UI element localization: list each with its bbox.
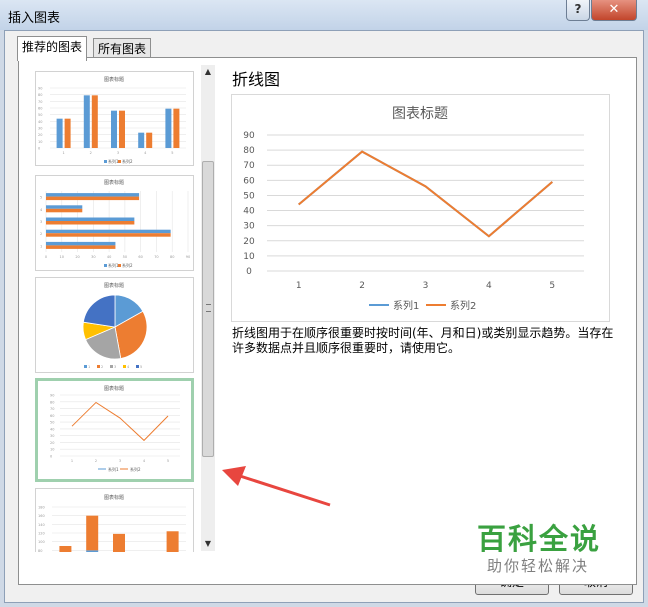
- arrow-shaft: [239, 474, 331, 507]
- red-arrow-annotation: [222, 466, 331, 507]
